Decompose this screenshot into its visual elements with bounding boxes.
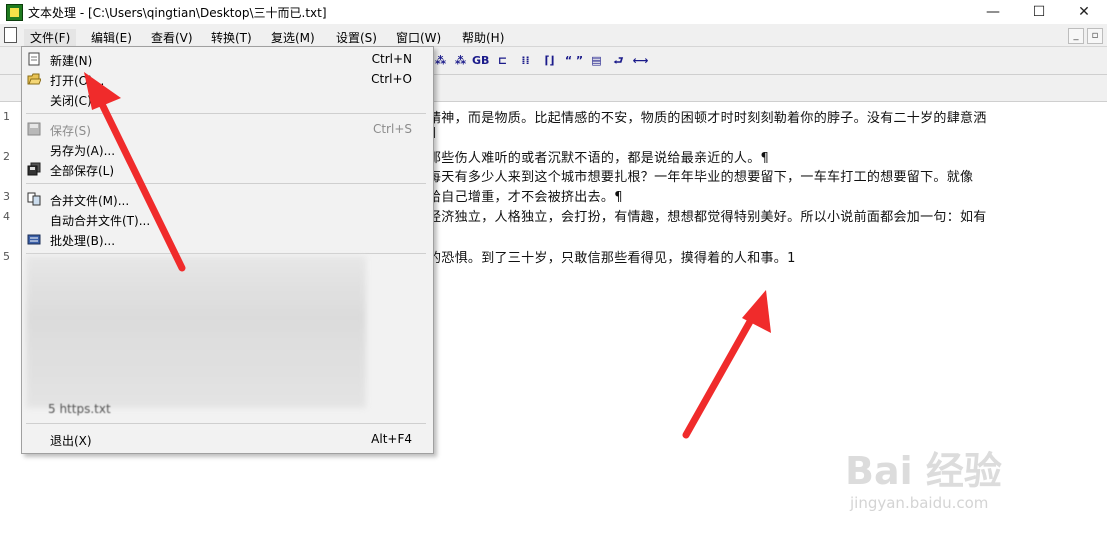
menu-item-auto-merge[interactable]: 自动合并文件(T)... bbox=[24, 209, 430, 229]
open-folder-icon bbox=[27, 72, 42, 86]
menu-item-save-all[interactable]: 全部保存(L) bbox=[24, 159, 430, 179]
save-all-icon bbox=[27, 162, 41, 176]
menu-separator bbox=[26, 113, 426, 114]
menu-item-open[interactable]: 打开(O)... Ctrl+O bbox=[24, 69, 430, 89]
menu-multiselect[interactable]: 复选(M) bbox=[271, 29, 315, 46]
menu-view[interactable]: 查看(V) bbox=[151, 29, 193, 46]
watermark-logo: Bai 经验 bbox=[845, 449, 1002, 493]
mdi-minimize-button[interactable]: _ bbox=[1068, 28, 1084, 44]
text-line[interactable]: 那些伤人难听的或者沉默不语的，都是说给最亲近的人。¶ bbox=[428, 147, 769, 166]
merge-icon bbox=[27, 192, 41, 206]
document-icon bbox=[4, 27, 17, 43]
dots-icon[interactable]: ⁞⁞ bbox=[517, 52, 534, 69]
book-a-icon[interactable]: ⁂ bbox=[432, 52, 449, 69]
text-line[interactable]: 每天有多少人来到这个城市想要扎根？一年年毕业的想要留下，一车车打工的想要留下。就… bbox=[428, 166, 973, 185]
mdi-restore-button[interactable]: ▫ bbox=[1087, 28, 1103, 44]
text-line[interactable]: 的恐惧。到了三十岁，只敢信那些看得见，摸得着的人和事。1 bbox=[428, 247, 796, 266]
menu-item-close[interactable]: 关闭(C) bbox=[24, 89, 430, 109]
menu-convert[interactable]: 转换(T) bbox=[211, 29, 252, 46]
page-icon[interactable]: ▤ bbox=[588, 52, 605, 69]
menu-window[interactable]: 窗口(W) bbox=[396, 29, 441, 46]
text-line[interactable]: 经济独立，人格独立，会打扮，有情趣，想想都觉得特别美好。所以小说前面都会加一句：… bbox=[428, 206, 987, 225]
menu-separator bbox=[26, 183, 426, 184]
save-icon bbox=[27, 122, 41, 136]
menu-settings[interactable]: 设置(S) bbox=[336, 29, 377, 46]
return-icon[interactable]: ⮐ bbox=[610, 52, 627, 69]
menu-help[interactable]: 帮助(H) bbox=[462, 29, 504, 46]
gb-convert-icon[interactable]: GB bbox=[472, 52, 489, 69]
menu-item-exit[interactable]: 退出(X) Alt+F4 bbox=[24, 429, 430, 449]
batch-icon bbox=[27, 232, 41, 246]
close-button[interactable]: ✕ bbox=[1061, 0, 1107, 24]
menu-edit[interactable]: 编辑(E) bbox=[91, 29, 132, 46]
book-b-icon[interactable]: ⁂ bbox=[452, 52, 469, 69]
menu-item-batch[interactable]: 批处理(B)... bbox=[24, 229, 430, 249]
bracket-icon[interactable]: ⌈⌋ bbox=[541, 52, 558, 69]
maximize-button[interactable]: ☐ bbox=[1016, 0, 1062, 24]
menu-item-new[interactable]: 新建(N) Ctrl+N bbox=[24, 49, 430, 69]
new-file-icon bbox=[27, 52, 41, 66]
line-number: 3 bbox=[3, 190, 10, 203]
text-line[interactable]: 精神，而是物质。比起情感的不安，物质的困顿才时时刻刻勒着你的脖子。没有二十岁的肆… bbox=[428, 107, 987, 126]
menu-separator bbox=[26, 423, 426, 424]
minimize-button[interactable]: — bbox=[970, 0, 1016, 24]
line-icon[interactable]: ⊏ bbox=[494, 52, 511, 69]
menu-item-save[interactable]: 保存(S) Ctrl+S bbox=[24, 119, 430, 139]
menu-item-merge[interactable]: 合并文件(M)... bbox=[24, 189, 430, 209]
window-title: 文本处理 - [C:\Users\qingtian\Desktop\三十而已.t… bbox=[28, 6, 327, 20]
menu-item-save-as[interactable]: 另存为(A)... bbox=[24, 139, 430, 159]
app-icon bbox=[6, 4, 23, 21]
watermark-url: jingyan.baidu.com bbox=[850, 494, 989, 512]
menu-separator bbox=[26, 253, 426, 254]
quote-icon[interactable]: “ ” bbox=[563, 52, 585, 69]
width-icon[interactable]: ⟷ bbox=[632, 52, 649, 69]
text-line[interactable]: 给自己增重，才不会被挤出去。¶ bbox=[428, 186, 623, 205]
line-number: 2 bbox=[3, 150, 10, 163]
line-number: 4 bbox=[3, 210, 10, 223]
recent-file-item[interactable]: 5 https.txt bbox=[48, 402, 111, 416]
line-number: 5 bbox=[3, 250, 10, 263]
menu-file[interactable]: 文件(F) bbox=[24, 29, 77, 46]
recent-files-blurred bbox=[26, 256, 366, 408]
line-number: 1 bbox=[3, 110, 10, 123]
